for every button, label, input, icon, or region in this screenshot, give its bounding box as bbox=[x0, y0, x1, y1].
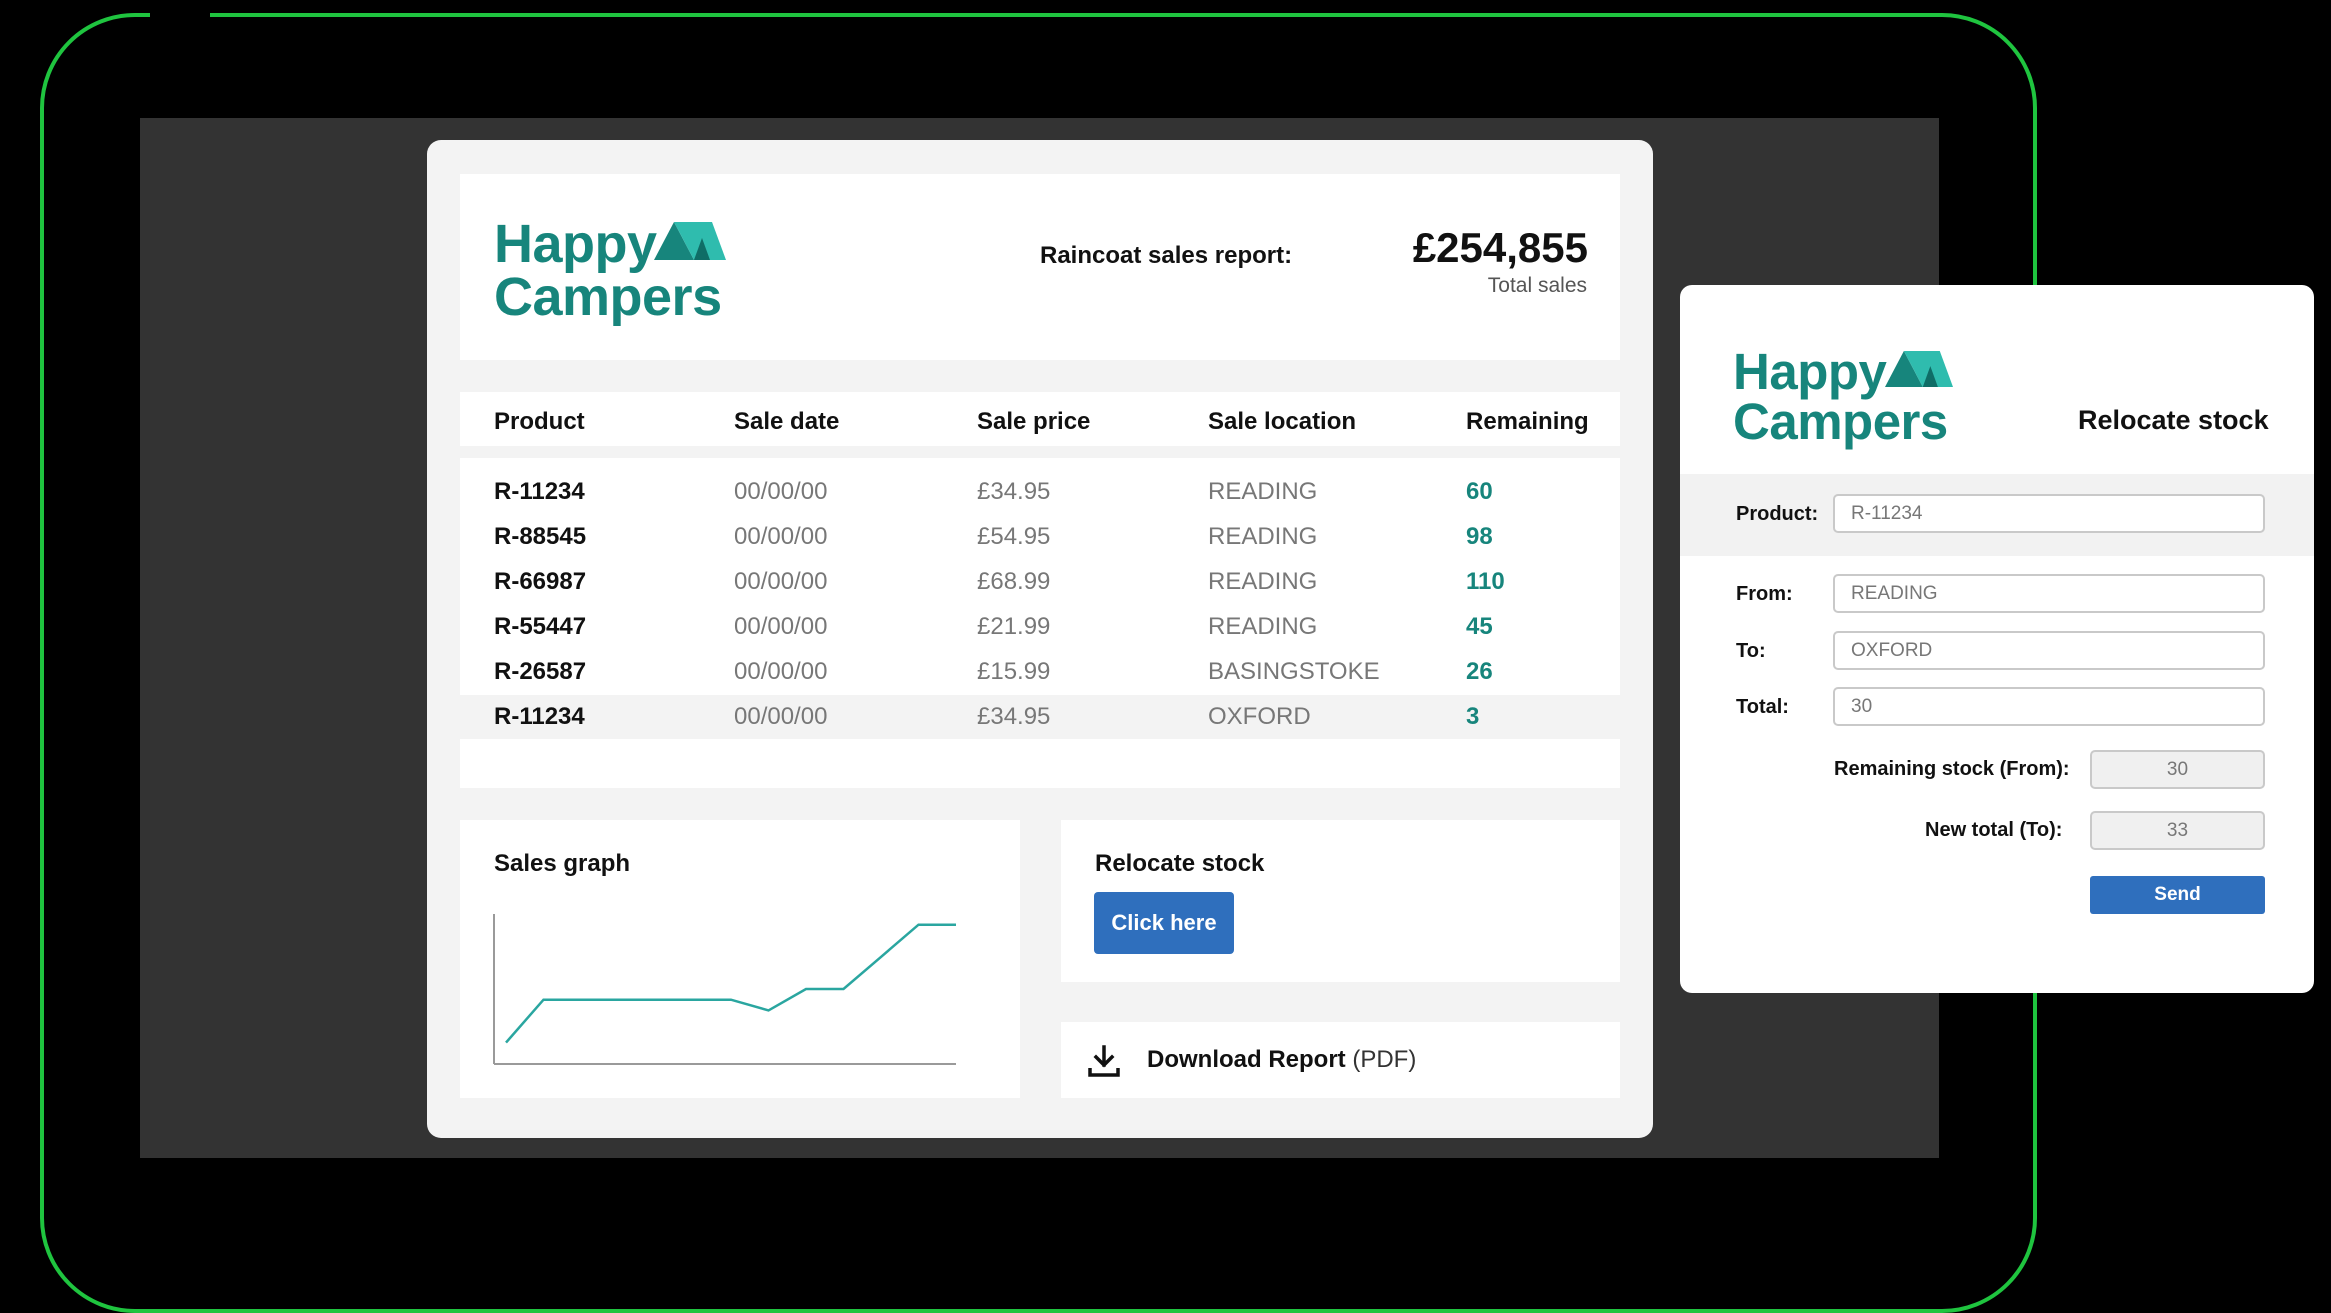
brand-logo: Happy Campers bbox=[494, 217, 726, 327]
download-report-label: Download Report bbox=[1147, 1046, 1346, 1073]
sales-table: R-11234 00/00/00 £34.95 READING 60 R-885… bbox=[460, 458, 1620, 788]
to-label: To: bbox=[1736, 640, 1766, 662]
relocate-stock-panel: Happy Campers Relocate stock Product: Fr… bbox=[1680, 285, 2314, 993]
relocate-stock-card: Relocate stock Click here bbox=[1061, 820, 1620, 982]
table-row[interactable]: R-88545 00/00/00 £54.95 READING 98 bbox=[460, 515, 1620, 559]
sales-graph-card: Sales graph bbox=[460, 820, 1020, 1098]
download-report-link[interactable]: Download Report (PDF) bbox=[1061, 1022, 1620, 1098]
remaining-stock-label: Remaining stock (From): bbox=[1834, 758, 2070, 780]
sales-graph-title: Sales graph bbox=[494, 850, 631, 877]
cell-sale-date: 00/00/00 bbox=[734, 613, 828, 640]
from-input[interactable] bbox=[1833, 574, 2265, 613]
cell-sale-date: 00/00/00 bbox=[734, 478, 828, 505]
cell-product: R-66987 bbox=[494, 568, 587, 595]
total-label: Total: bbox=[1736, 696, 1789, 718]
sales-series-line bbox=[505, 923, 956, 1044]
cell-sale-location: READING bbox=[1208, 478, 1318, 505]
table-row[interactable]: R-26587 00/00/00 £15.99 BASINGSTOKE 26 bbox=[460, 650, 1620, 694]
column-header-sale-date[interactable]: Sale date bbox=[734, 408, 839, 436]
download-icon bbox=[1088, 1045, 1120, 1077]
sales-report-window: Happy Campers Raincoat sales report: £25… bbox=[427, 140, 1653, 1138]
column-header-sale-price[interactable]: Sale price bbox=[977, 408, 1090, 436]
tent-icon bbox=[654, 222, 726, 260]
cell-sale-price: £34.95 bbox=[977, 478, 1051, 505]
cell-sale-location: BASINGSTOKE bbox=[1208, 658, 1380, 685]
remaining-stock-field bbox=[2090, 750, 2265, 789]
column-header-remaining[interactable]: Remaining bbox=[1466, 408, 1589, 436]
cell-product: R-55447 bbox=[494, 613, 587, 640]
cell-sale-price: £34.95 bbox=[977, 703, 1051, 730]
cell-remaining: 110 bbox=[1466, 568, 1505, 595]
cell-product: R-26587 bbox=[494, 658, 587, 685]
cell-sale-location: OXFORD bbox=[1208, 703, 1311, 730]
total-input[interactable] bbox=[1833, 687, 2265, 726]
total-sales-value: £254,855 bbox=[1412, 224, 1588, 271]
cell-sale-date: 00/00/00 bbox=[734, 658, 828, 685]
brand-logo: Happy Campers bbox=[1733, 346, 1953, 450]
cell-sale-price: £68.99 bbox=[977, 568, 1051, 595]
table-row[interactable]: R-66987 00/00/00 £68.99 READING 110 bbox=[460, 560, 1620, 604]
relocate-stock-title: Relocate stock bbox=[1095, 850, 1265, 877]
table-row-highlighted[interactable]: R-11234 00/00/00 £34.95 OXFORD 3 bbox=[460, 695, 1620, 739]
tent-icon bbox=[1885, 351, 1953, 387]
cell-remaining: 60 bbox=[1466, 478, 1493, 505]
cell-sale-date: 00/00/00 bbox=[734, 568, 828, 595]
cell-sale-price: £15.99 bbox=[977, 658, 1051, 685]
from-label: From: bbox=[1736, 583, 1793, 605]
new-total-label: New total (To): bbox=[1925, 819, 2063, 841]
logo-line-2: Campers bbox=[494, 266, 722, 327]
report-title: Raincoat sales report: bbox=[1040, 242, 1293, 269]
to-input[interactable] bbox=[1833, 631, 2265, 670]
sales-graph bbox=[493, 914, 956, 1065]
frame-highlight-gap bbox=[150, 8, 210, 24]
cell-product: R-88545 bbox=[494, 523, 587, 550]
cell-sale-date: 00/00/00 bbox=[734, 703, 828, 730]
column-header-product[interactable]: Product bbox=[494, 408, 585, 436]
cell-remaining: 45 bbox=[1466, 613, 1493, 640]
cell-sale-location: READING bbox=[1208, 568, 1318, 595]
relocate-stock-button[interactable]: Click here bbox=[1094, 892, 1234, 954]
cell-product: R-11234 bbox=[494, 703, 585, 730]
product-input[interactable] bbox=[1833, 494, 2265, 533]
cell-sale-price: £54.95 bbox=[977, 523, 1051, 550]
total-sales-label: Total sales bbox=[1487, 274, 1587, 297]
relocate-panel-title: Relocate stock bbox=[2078, 405, 2269, 435]
cell-product: R-11234 bbox=[494, 478, 585, 505]
download-report-text: Download Report (PDF) bbox=[1147, 1046, 1416, 1074]
table-row[interactable]: R-11234 00/00/00 £34.95 READING 60 bbox=[460, 470, 1620, 514]
table-header: Product Sale date Sale price Sale locati… bbox=[460, 392, 1620, 446]
cell-remaining: 98 bbox=[1466, 523, 1493, 550]
table-row[interactable]: R-55447 00/00/00 £21.99 READING 45 bbox=[460, 605, 1620, 649]
logo-line-2: Campers bbox=[1733, 392, 1948, 450]
cell-remaining: 26 bbox=[1466, 658, 1493, 685]
send-button[interactable]: Send bbox=[2090, 876, 2265, 914]
cell-sale-price: £21.99 bbox=[977, 613, 1051, 640]
cell-remaining: 3 bbox=[1466, 703, 1480, 730]
cell-sale-location: READING bbox=[1208, 523, 1318, 550]
report-header: Happy Campers Raincoat sales report: £25… bbox=[460, 174, 1620, 360]
cell-sale-location: READING bbox=[1208, 613, 1318, 640]
column-header-sale-location[interactable]: Sale location bbox=[1208, 408, 1356, 436]
cell-sale-date: 00/00/00 bbox=[734, 523, 828, 550]
product-label: Product: bbox=[1736, 503, 1819, 525]
download-report-format: (PDF) bbox=[1352, 1046, 1417, 1073]
new-total-field bbox=[2090, 811, 2265, 850]
